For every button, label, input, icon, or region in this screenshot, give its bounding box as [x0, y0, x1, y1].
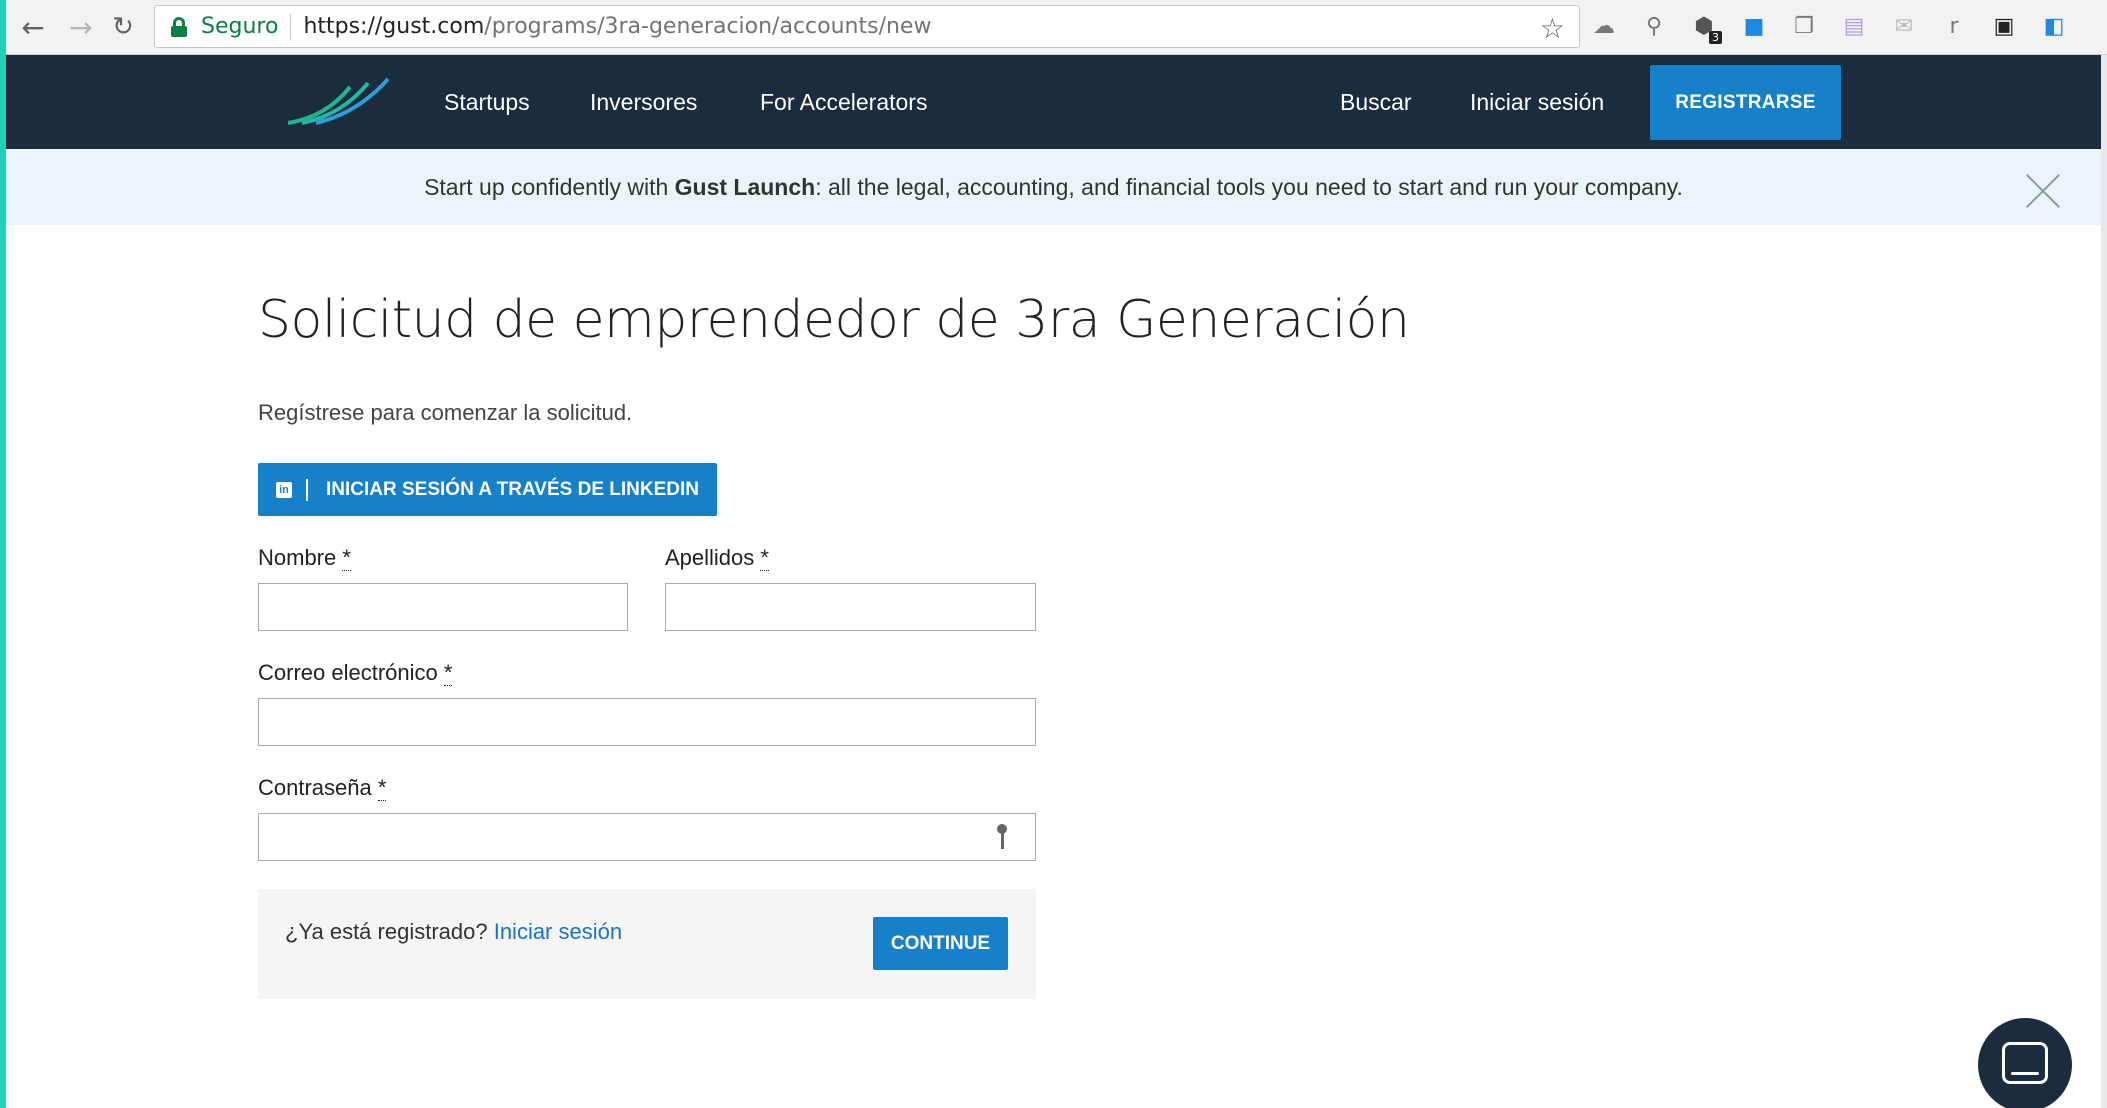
back-icon[interactable]: ←: [16, 10, 50, 44]
chat-icon[interactable]: [1978, 1018, 2072, 1108]
linkedin-login-button[interactable]: in INICIAR SESIÓN A TRAVÉS DE LINKEDIN: [258, 463, 717, 516]
already-registered: ¿Ya está registrado? Iniciar sesión: [285, 919, 623, 944]
email-field[interactable]: [258, 698, 1036, 746]
browser-toolbar: ← → ↻ Seguro https://gust.com/programs/3…: [6, 0, 2107, 55]
pdf-extension-icon[interactable]: ▤: [1840, 12, 1868, 40]
nav-startups[interactable]: Startups: [444, 89, 530, 116]
scrollbar[interactable]: [2101, 55, 2107, 1108]
last-name-field[interactable]: [665, 583, 1036, 631]
site-header: Startups Inversores For Accelerators Bus…: [6, 55, 2101, 149]
nav-accelerators[interactable]: For Accelerators: [760, 89, 927, 116]
button-divider: [306, 478, 308, 501]
cloud-extension-icon[interactable]: ☁: [1590, 12, 1618, 40]
stack-extension-icon[interactable]: ❐: [1790, 12, 1818, 40]
shield-extension-icon[interactable]: ⬢ 3: [1690, 12, 1722, 44]
page-title: Solicitud de emprendedor de 3ra Generaci…: [258, 290, 1410, 350]
url-host: https://gust.com: [303, 14, 485, 39]
key-icon[interactable]: [997, 824, 1007, 850]
last-name-label: Apellidos *: [665, 545, 769, 571]
nav-login[interactable]: Iniciar sesión: [1470, 89, 1604, 116]
address-bar[interactable]: Seguro https://gust.com/programs/3ra-gen…: [154, 5, 1580, 48]
r-extension-icon[interactable]: r: [1940, 12, 1968, 40]
register-button[interactable]: REGISTRARSE: [1650, 65, 1841, 140]
star-icon[interactable]: ☆: [1540, 12, 1565, 45]
nav-search[interactable]: Buscar: [1340, 89, 1412, 116]
reload-icon[interactable]: ↻: [106, 10, 140, 44]
promo-banner: Start up confidently with Gust Launch: a…: [6, 149, 2101, 225]
lock-icon: [171, 16, 187, 37]
first-name-label: Nombre *: [258, 545, 351, 571]
login-link[interactable]: Iniciar sesión: [494, 919, 622, 944]
close-icon[interactable]: [2025, 172, 2061, 208]
bookmark-extension-icon[interactable]: ◧: [2040, 12, 2068, 40]
mail-extension-icon[interactable]: ✉: [1890, 12, 1918, 40]
url-path: /programs/3ra-generacion/accounts/new: [484, 14, 932, 39]
key-extension-icon[interactable]: ⚲: [1640, 12, 1668, 40]
password-field[interactable]: [258, 813, 1036, 861]
omnibox-divider: [290, 13, 292, 40]
email-label: Correo electrónico *: [258, 660, 453, 686]
left-edge-strip: [0, 0, 6, 1108]
forward-icon[interactable]: →: [64, 10, 98, 44]
gust-logo-icon[interactable]: [286, 77, 396, 127]
m-extension-icon[interactable]: ▣: [1990, 12, 2018, 40]
nav-investors[interactable]: Inversores: [590, 89, 697, 116]
extension-badge: 3: [1709, 31, 1722, 44]
secure-label: Seguro: [201, 14, 279, 39]
linkedin-button-label: INICIAR SESIÓN A TRAVÉS DE LINKEDIN: [326, 478, 699, 500]
first-name-field[interactable]: [258, 583, 628, 631]
linkedin-icon: in: [276, 481, 292, 498]
page-subtitle: Regístrese para comenzar la solicitud.: [258, 400, 633, 425]
continue-button[interactable]: CONTINUE: [873, 917, 1008, 970]
password-label: Contraseña *: [258, 775, 387, 801]
banner-text: Start up confidently with Gust Launch: a…: [424, 173, 1683, 200]
translate-extension-icon[interactable]: ■: [1740, 12, 1768, 40]
form-footer: ¿Ya está registrado? Iniciar sesión CONT…: [258, 889, 1036, 999]
